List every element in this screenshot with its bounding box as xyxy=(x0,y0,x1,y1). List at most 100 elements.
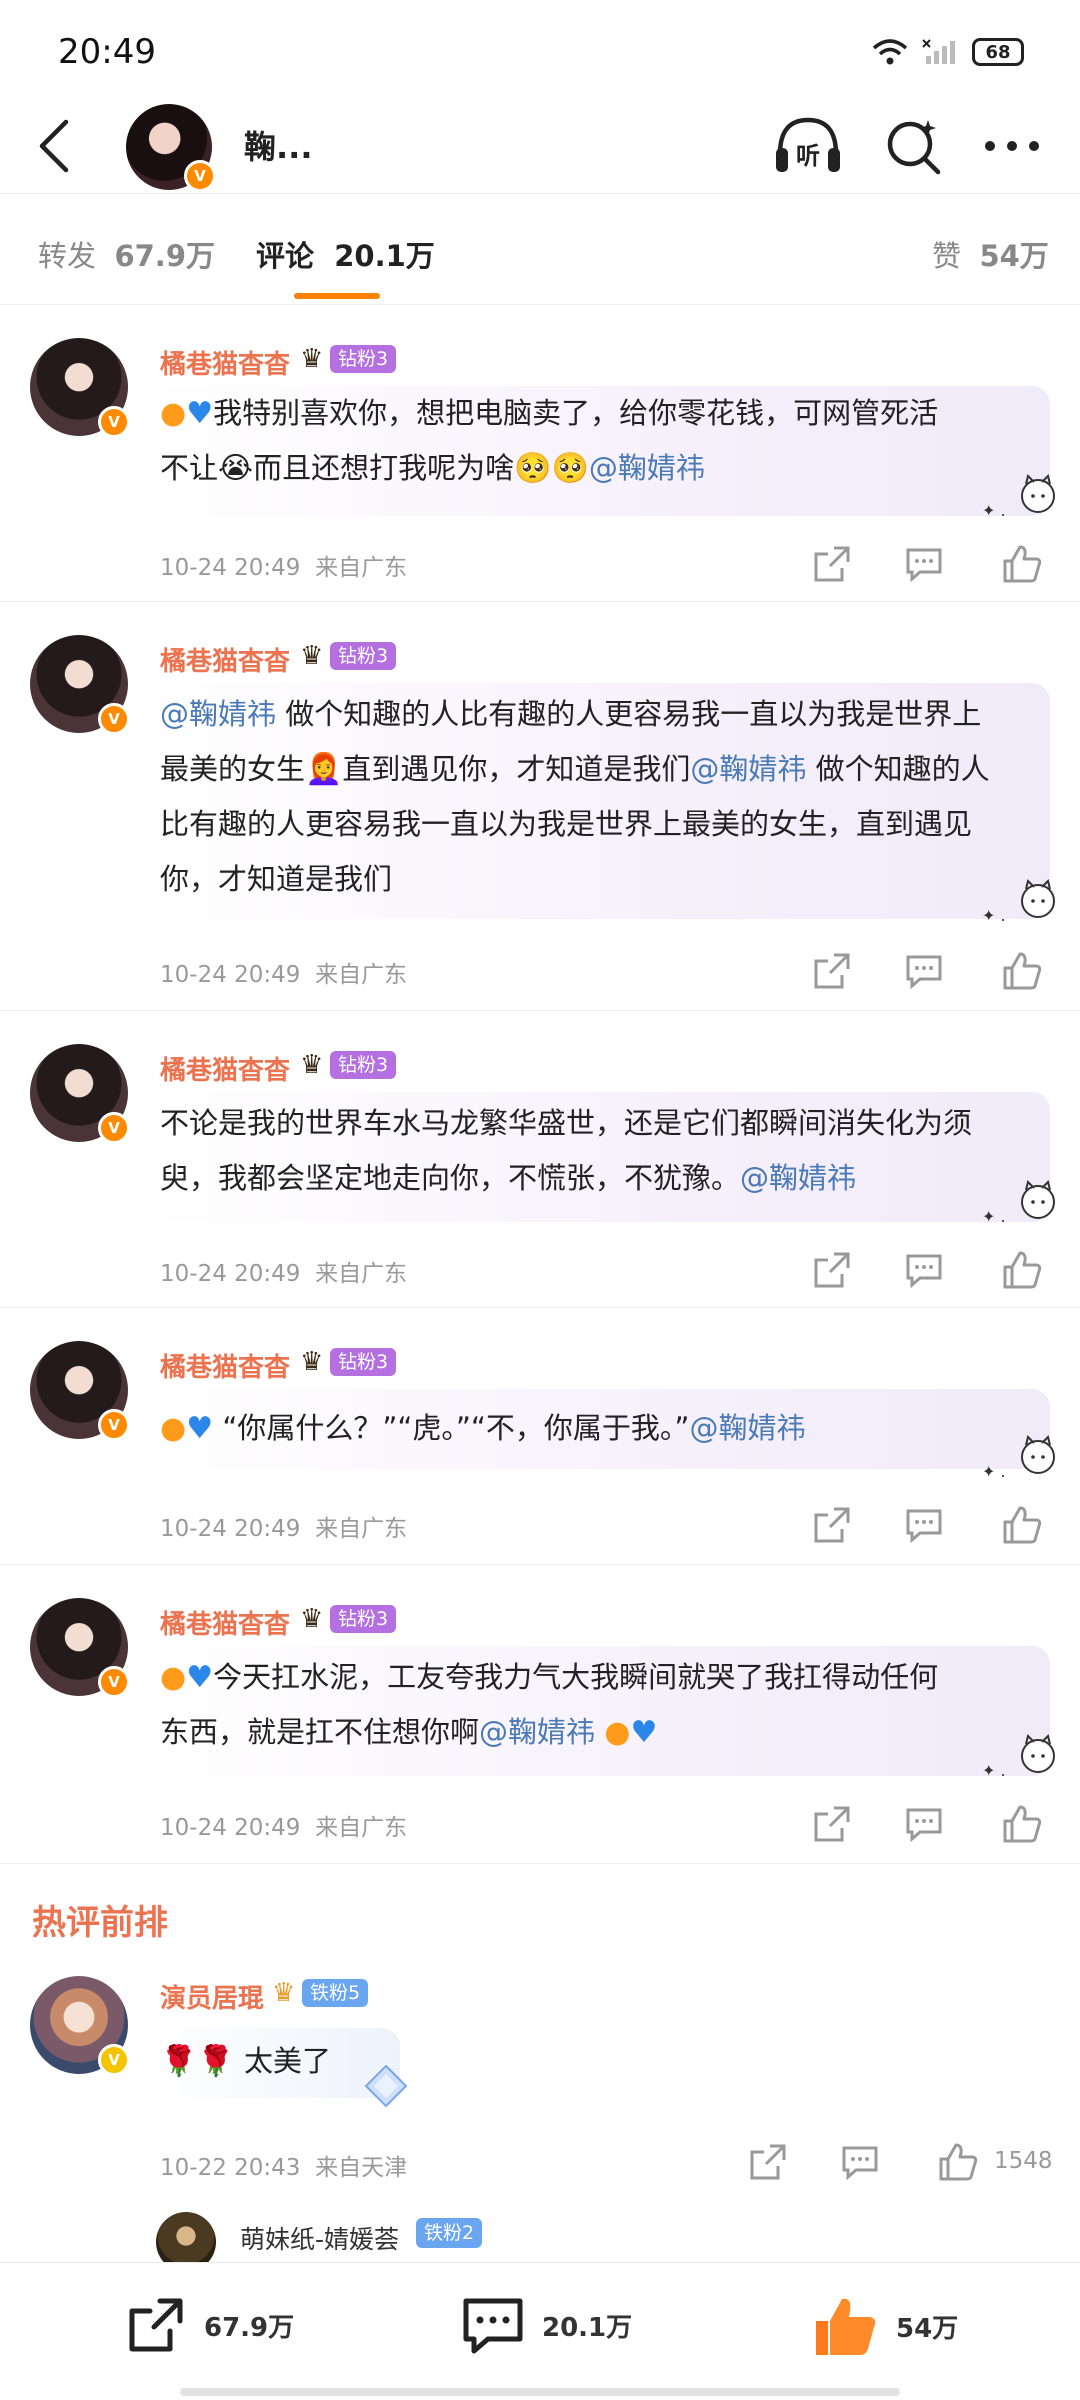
tab-like-count: 54万 xyxy=(979,239,1049,273)
more-button[interactable] xyxy=(976,110,1048,182)
comment-text: ●♥今天扛水泥，工友夸我力气大我瞬间就哭了我扛得动任何 东西，就是扛不住想你啊@鞠… xyxy=(160,1660,939,1750)
mention-link[interactable]: @鞠婧祎 xyxy=(689,1411,805,1445)
svg-text:✦ .: ✦ . xyxy=(982,906,1006,925)
comment-meta: 10-24 20:49 来自广东 xyxy=(160,1516,408,1542)
share-button[interactable] xyxy=(806,945,858,997)
more-dots-icon xyxy=(985,141,1039,151)
comment-icon xyxy=(842,2146,878,2181)
blue-heart-emoji-icon: ♥ xyxy=(630,1715,658,1750)
diamond-decoration-icon xyxy=(364,2064,408,2108)
commenter-name[interactable]: 橘巷猫杳杳 xyxy=(160,344,290,381)
commenter-avatar[interactable]: V xyxy=(30,1976,130,2076)
blue-heart-emoji-icon: ♥ xyxy=(186,1411,214,1446)
reply-button[interactable] xyxy=(898,1798,950,1850)
share-button[interactable] xyxy=(806,1244,858,1296)
share-icon xyxy=(814,546,850,582)
verified-badge-icon: V xyxy=(98,1409,130,1441)
reply-button[interactable] xyxy=(898,538,950,590)
tab-comment[interactable]: 评论 20.1万 xyxy=(256,233,435,275)
comment-icon xyxy=(906,955,942,990)
orange-emoji-icon: ● xyxy=(160,396,187,431)
comment-item: V 橘巷猫杳杳 ♛ 钻粉3 @鞠婧祎 做个知趣的人比有趣的人更容易我一直以为我是世… xyxy=(0,603,1080,1011)
mention-link[interactable]: @鞠婧祎 xyxy=(479,1715,595,1749)
commenter-avatar[interactable]: V xyxy=(30,635,130,735)
commenter-avatar[interactable]: V xyxy=(30,1341,130,1441)
back-button[interactable] xyxy=(28,110,84,180)
like-button[interactable] xyxy=(932,2136,984,2188)
bottom-repost-button[interactable]: 67.9万 xyxy=(124,2293,294,2357)
commenter-avatar[interactable]: V xyxy=(30,1044,130,1144)
fan-level-label: 钻粉3 xyxy=(330,1348,397,1376)
like-count: 1548 xyxy=(994,2148,1053,2174)
comment-meta: 10-24 20:49 来自广东 xyxy=(160,555,408,581)
fan-level-badge: ♛ 钻粉3 xyxy=(300,1345,397,1379)
comment-item: V 橘巷猫杳杳 ♛ 钻粉3 ●♥ “你属什么？”“虎。”“不，你属于我。”@鞠婧祎… xyxy=(0,1309,1080,1565)
fan-level-badge: ♛ 钻粉3 xyxy=(300,1048,397,1082)
rose-emoji-icon: 🌹 xyxy=(160,2044,198,2079)
reply-button[interactable] xyxy=(898,1244,950,1296)
orange-emoji-icon: ● xyxy=(160,1660,187,1695)
reply-button[interactable] xyxy=(898,945,950,997)
tab-like[interactable]: 赞 54万 xyxy=(932,233,1049,275)
mention-link[interactable]: @鞠婧祎 xyxy=(740,1161,856,1195)
cat-decoration-icon: ✦ . xyxy=(982,1435,1055,1481)
like-button[interactable] xyxy=(996,538,1048,590)
pleading-emoji-icon: 🥺 xyxy=(551,451,589,486)
svg-text:✦ .: ✦ . xyxy=(982,501,1006,520)
comment-meta: 10-24 20:49 来自广东 xyxy=(160,962,408,988)
share-button[interactable] xyxy=(806,1798,858,1850)
mention-link[interactable]: @鞠婧祎 xyxy=(690,752,806,786)
hot-comments-title: 热评前排 xyxy=(32,1903,168,1943)
comment-icon xyxy=(906,1254,942,1289)
comment-text: 不论是我的世界车水马龙繁华盛世，还是它们都瞬间消失化为须 臾，我都会坚定地走向你，… xyxy=(160,1106,973,1195)
reply-button[interactable] xyxy=(834,2136,886,2188)
cat-decoration-icon: ✦ . xyxy=(982,1734,1055,1780)
share-button[interactable] xyxy=(806,1499,858,1551)
bottom-like-button[interactable]: 54万 xyxy=(812,2293,958,2359)
like-button[interactable] xyxy=(996,1499,1048,1551)
weibo-header: V 鞠... 听 xyxy=(0,100,1080,194)
commenter-name[interactable]: 橘巷猫杳杳 xyxy=(160,1604,290,1641)
fan-level-label: 铁粉2 xyxy=(416,2218,483,2248)
tab-repost-label: 转发 xyxy=(38,239,97,273)
commenter-avatar[interactable]: V xyxy=(30,338,130,438)
search-button[interactable] xyxy=(878,110,950,182)
headphones-icon: 听 xyxy=(776,117,840,172)
battery-indicator: 68 xyxy=(972,38,1024,66)
share-button[interactable] xyxy=(806,538,858,590)
commenter-name[interactable]: 橘巷猫杳杳 xyxy=(160,1347,290,1384)
author-avatar[interactable]: V xyxy=(126,104,216,192)
author-name[interactable]: 鞠... xyxy=(244,122,312,168)
comment-text: ●♥ “你属什么？”“虎。”“不，你属于我。”@鞠婧祎 xyxy=(160,1411,806,1446)
bottom-comment-button[interactable]: 20.1万 xyxy=(460,2293,632,2357)
mention-link[interactable]: @鞠婧祎 xyxy=(160,697,276,731)
like-button[interactable] xyxy=(996,945,1048,997)
commenter-name[interactable]: 演员居琨 xyxy=(160,1978,264,2015)
thumbs-up-icon xyxy=(1003,1805,1042,1843)
tab-repost[interactable]: 转发 67.9万 xyxy=(38,233,215,275)
woman-emoji-icon: 👩‍🦰 xyxy=(305,752,343,787)
mention-link[interactable]: @鞠婧祎 xyxy=(589,451,705,485)
repost-icon xyxy=(129,2298,183,2352)
like-button[interactable] xyxy=(996,1244,1048,1296)
like-button[interactable] xyxy=(996,1798,1048,1850)
reply-user-name[interactable]: 萌妹纸-婧媛荟 xyxy=(240,2220,399,2256)
cat-decoration-icon: ✦ . xyxy=(982,879,1055,925)
fan-level-badge: ♛ 铁粉5 xyxy=(272,1976,369,2010)
status-icons: 68 xyxy=(872,38,1024,66)
fan-level-badge: ♛ 钻粉3 xyxy=(300,1602,397,1636)
tab-active-indicator xyxy=(294,293,380,299)
commenter-avatar[interactable]: V xyxy=(30,1598,130,1698)
commenter-name[interactable]: 橘巷猫杳杳 xyxy=(160,1050,290,1087)
comment-item: V 橘巷猫杳杳 ♛ 钻粉3 ●♥我特别喜欢你，想把电脑卖了，给你零花钱，可网管死活… xyxy=(0,306,1080,602)
blue-heart-emoji-icon: ♥ xyxy=(186,396,214,431)
wifi-icon xyxy=(872,39,908,65)
share-button[interactable] xyxy=(742,2136,794,2188)
thumbs-up-icon xyxy=(1003,1506,1042,1544)
commenter-name[interactable]: 橘巷猫杳杳 xyxy=(160,641,290,678)
fan-level-label: 钻粉3 xyxy=(330,1051,397,1079)
reply-button[interactable] xyxy=(898,1499,950,1551)
listen-button[interactable]: 听 xyxy=(772,110,844,182)
share-icon xyxy=(814,1252,850,1288)
svg-text:✦ .: ✦ . xyxy=(982,1761,1006,1780)
